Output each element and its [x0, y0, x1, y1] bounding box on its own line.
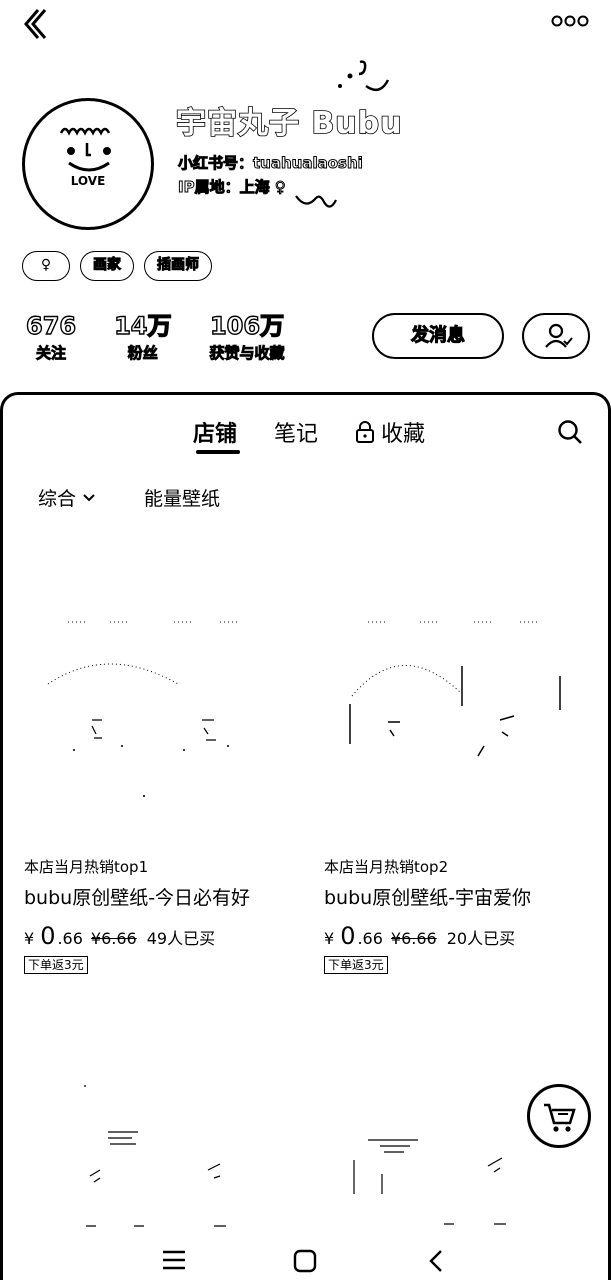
product-card[interactable] [24, 1010, 299, 1230]
tab-notes[interactable]: 笔记 [274, 416, 318, 448]
stat-followers-label: 粉丝 [127, 344, 158, 363]
person-icon [545, 323, 573, 348]
top-bar [0, 0, 611, 50]
sort-dropdown[interactable]: 综合 [38, 484, 96, 511]
cart-icon [544, 1103, 576, 1132]
active-tab-indicator [196, 450, 240, 454]
home-icon[interactable] [292, 1248, 318, 1274]
nav-back-icon[interactable] [426, 1248, 446, 1274]
currency: ¥ [324, 929, 335, 948]
product-title: bubu原创壁纸-宇宙爱你 [324, 887, 532, 909]
filter-bar: 综合 能量壁纸 [38, 484, 220, 511]
add-friend-button[interactable] [522, 313, 590, 359]
product-hot-label: 本店当月热销top1 [24, 858, 149, 876]
stat-followers-count: 14万 [113, 311, 172, 340]
more-icon[interactable] [551, 14, 589, 28]
message-button[interactable]: 发消息 [372, 313, 504, 359]
tab-store[interactable]: 店铺 [193, 416, 237, 448]
tab-favorites[interactable]: 收藏 [355, 416, 425, 448]
product-card[interactable]: 本店当月热销top1 bubu原创壁纸-今日必有好 ¥ 0 .66 ¥6.66 … [24, 586, 299, 974]
search-icon[interactable] [556, 418, 584, 446]
price-row: ¥ 0 .66 ¥6.66 49人已买 [24, 922, 299, 950]
profile-name: 宇宙丸子 Bubu [175, 105, 403, 142]
stat-following-count: 676 [25, 311, 77, 340]
stat-likes[interactable]: 106万 获赞与收藏 [209, 311, 285, 363]
sort-label: 综合 [38, 488, 77, 510]
sold-count: 20人已买 [446, 929, 516, 948]
avatar[interactable]: LOVE [22, 98, 154, 230]
product-card[interactable]: 本店当月热销top2 bubu原创壁纸-宇宙爱你 ¥ 0 .66 ¥6.66 2… [324, 586, 599, 974]
system-nav-bar [0, 1240, 611, 1280]
lock-icon [356, 421, 374, 443]
back-icon[interactable] [18, 6, 54, 42]
price-decimal: .66 [57, 929, 83, 948]
product-image [24, 586, 299, 846]
profile-id: 小红书号：tuahualaoshi [178, 154, 364, 173]
coupon-badge: 下单返3元 [24, 956, 88, 974]
chevron-down-icon [83, 493, 95, 501]
price: 0 [340, 922, 356, 950]
price-row: ¥ 0 .66 ¥6.66 20人已买 [324, 922, 599, 950]
filter-category[interactable]: 能量壁纸 [144, 484, 220, 511]
tag-illustrator: 插画师 [144, 251, 212, 281]
stat-following-label: 关注 [36, 344, 67, 363]
stat-likes-label: 获赞与收藏 [209, 344, 285, 363]
stat-followers[interactable]: 14万 粉丝 [113, 311, 172, 363]
original-price: ¥6.66 [90, 929, 137, 948]
original-price: ¥6.66 [390, 929, 437, 948]
sold-count: 49人已买 [146, 929, 216, 948]
cart-button[interactable] [527, 1084, 591, 1148]
profile-tags: ♀ 画家 插画师 [22, 251, 212, 281]
product-image [24, 1010, 299, 1230]
price-decimal: .66 [357, 929, 383, 948]
avatar-face-icon: LOVE [59, 127, 111, 188]
stat-likes-count: 106万 [209, 311, 285, 340]
profile-stats: 676 关注 14万 粉丝 106万 获赞与收藏 [25, 311, 285, 363]
product-hot-label: 本店当月热销top2 [324, 858, 449, 876]
gender-tag: ♀ [22, 251, 70, 281]
stat-following[interactable]: 676 关注 [25, 311, 77, 363]
product-image [324, 586, 599, 846]
product-title: bubu原创壁纸-今日必有好 [24, 887, 251, 909]
currency: ¥ [24, 929, 35, 948]
price: 0 [40, 922, 56, 950]
tab-bar: 店铺 笔记 收藏 [0, 412, 611, 462]
doodle-decoration-2 [295, 195, 337, 208]
menu-icon[interactable] [160, 1248, 188, 1272]
tab-favorites-label: 收藏 [381, 422, 426, 447]
profile-ip: IP属地：上海 ♀ [178, 178, 287, 197]
coupon-badge: 下单返3元 [324, 956, 388, 974]
svg-text:LOVE: LOVE [71, 174, 106, 188]
tag-painter: 画家 [80, 251, 134, 281]
